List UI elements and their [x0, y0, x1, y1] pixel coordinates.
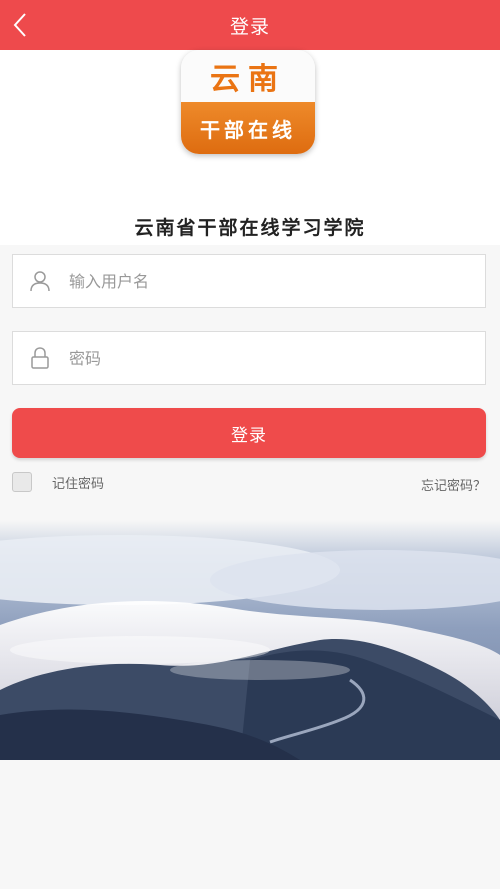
page-title: 登录	[229, 15, 270, 38]
password-field[interactable]	[12, 331, 486, 385]
forgot-password-link[interactable]: 忘记密码？	[421, 475, 486, 494]
app-header: 登录	[0, 0, 500, 50]
lock-icon	[13, 331, 67, 385]
chevron-left-icon	[13, 13, 26, 37]
password-input[interactable]	[67, 337, 485, 379]
username-input[interactable]	[67, 260, 485, 302]
user-icon	[13, 254, 67, 308]
logo-line-2: 干部在线	[181, 102, 315, 154]
remember-password[interactable]: 记住密码	[12, 472, 104, 492]
app-logo: 云南 干部在线	[181, 50, 315, 154]
remember-label: 记住密码	[52, 476, 105, 492]
login-button[interactable]: 登录	[12, 408, 486, 458]
username-field[interactable]	[12, 254, 486, 308]
landscape-banner	[0, 520, 500, 760]
logo-line-1: 云南	[181, 50, 315, 102]
organization-name: 云南省干部在线学习学院	[134, 217, 366, 239]
remember-checkbox[interactable]	[12, 472, 32, 492]
back-button[interactable]	[0, 0, 40, 50]
